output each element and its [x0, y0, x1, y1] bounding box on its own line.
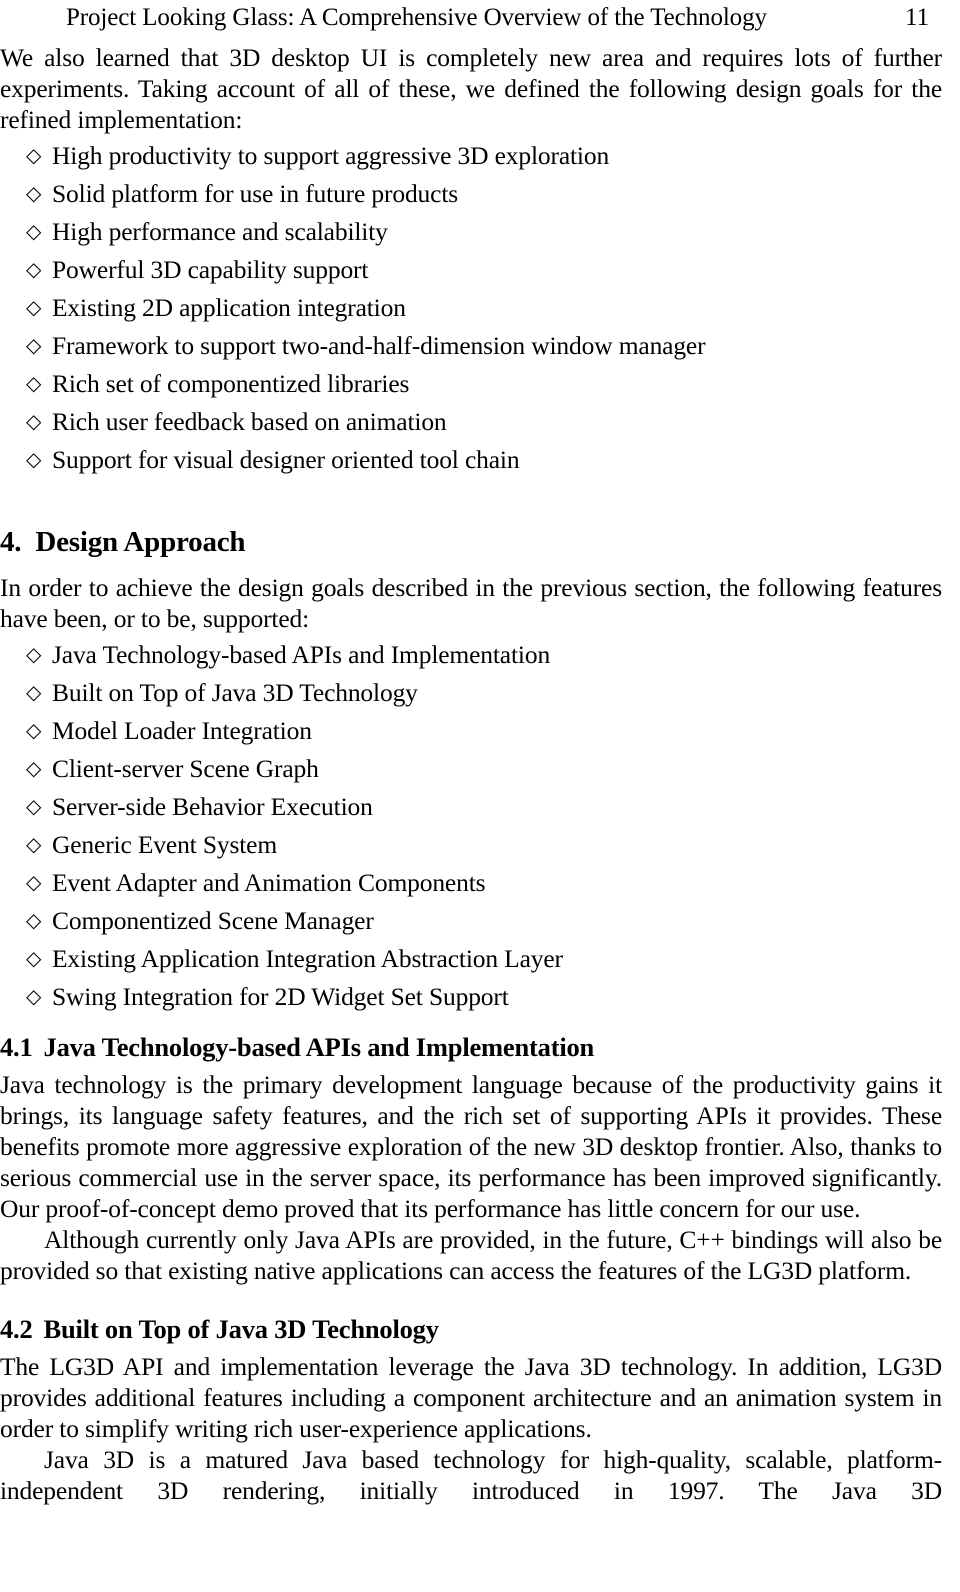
list-item: ◇ Server-side Behavior Execution	[0, 791, 942, 829]
list-item-label: Rich set of componentized libraries	[52, 369, 410, 398]
diamond-bullet-icon: ◇	[26, 986, 42, 1008]
diamond-bullet-icon: ◇	[26, 335, 42, 357]
list-item: ◇ Rich set of componentized libraries	[0, 368, 942, 406]
section-4-1-paragraph-1: Java technology is the primary developme…	[0, 1070, 942, 1223]
list-item: ◇ Client-server Scene Graph	[0, 753, 942, 791]
list-item-label: Generic Event System	[52, 830, 278, 859]
diamond-bullet-icon: ◇	[26, 183, 42, 205]
section-4-1-paragraph-2: Although currently only Java APIs are pr…	[0, 1225, 942, 1285]
subsection-number: 4.2	[0, 1314, 33, 1344]
list-item: ◇ Framework to support two-and-half-dime…	[0, 330, 942, 368]
list-item-label: High performance and scalability	[52, 217, 388, 246]
list-item: ◇ Built on Top of Java 3D Technology	[0, 677, 942, 715]
section-4-2-paragraph-1: The LG3D API and implementation leverage…	[0, 1352, 942, 1443]
diamond-bullet-icon: ◇	[26, 834, 42, 856]
diamond-bullet-icon: ◇	[26, 910, 42, 932]
section-4-intro-paragraph: In order to achieve the design goals des…	[0, 573, 942, 633]
list-item: ◇ Model Loader Integration	[0, 715, 942, 753]
intro-paragraph: We also learned that 3D desktop UI is co…	[0, 43, 942, 134]
diamond-bullet-icon: ◇	[26, 373, 42, 395]
subsection-number: 4.1	[0, 1032, 33, 1062]
list-item-label: Swing Integration for 2D Widget Set Supp…	[52, 982, 509, 1011]
diamond-bullet-icon: ◇	[26, 259, 42, 281]
section-number: 4.	[0, 526, 22, 558]
list-item-label: Model Loader Integration	[52, 716, 312, 745]
diamond-bullet-icon: ◇	[26, 145, 42, 167]
section-4-2-paragraph-2: Java 3D is a matured Java based technolo…	[0, 1445, 942, 1505]
diamond-bullet-icon: ◇	[26, 449, 42, 471]
list-item: ◇ Swing Integration for 2D Widget Set Su…	[0, 981, 942, 1019]
list-item: ◇ Solid platform for use in future produ…	[0, 178, 942, 216]
document-page: Project Looking Glass: A Comprehensive O…	[0, 0, 960, 1592]
running-header: Project Looking Glass: A Comprehensive O…	[0, 0, 960, 42]
list-item: ◇ Powerful 3D capability support	[0, 254, 942, 292]
diamond-bullet-icon: ◇	[26, 948, 42, 970]
diamond-bullet-icon: ◇	[26, 644, 42, 666]
list-item-label: Built on Top of Java 3D Technology	[52, 678, 418, 707]
diamond-bullet-icon: ◇	[26, 682, 42, 704]
list-item-label: Event Adapter and Animation Components	[52, 868, 486, 897]
list-item-label: Solid platform for use in future product…	[52, 179, 459, 208]
list-item-label: Client-server Scene Graph	[52, 754, 319, 783]
diamond-bullet-icon: ◇	[26, 872, 42, 894]
diamond-bullet-icon: ◇	[26, 720, 42, 742]
design-goals-list: ◇ High productivity to support aggressiv…	[0, 140, 942, 482]
section-title: Design Approach	[35, 526, 246, 558]
list-item: ◇ High performance and scalability	[0, 216, 942, 254]
list-item: ◇ Componentized Scene Manager	[0, 905, 942, 943]
list-item: ◇ Existing 2D application integration	[0, 292, 942, 330]
diamond-bullet-icon: ◇	[26, 221, 42, 243]
list-item: ◇ Existing Application Integration Abstr…	[0, 943, 942, 981]
list-item-label: Support for visual designer oriented too…	[52, 445, 520, 474]
running-header-title: Project Looking Glass: A Comprehensive O…	[66, 4, 767, 31]
diamond-bullet-icon: ◇	[26, 758, 42, 780]
list-item: ◇ High productivity to support aggressiv…	[0, 140, 942, 178]
subsection-title: Java Technology-based APIs and Implement…	[43, 1032, 595, 1062]
list-item-label: Componentized Scene Manager	[52, 906, 374, 935]
list-item-label: Java Technology-based APIs and Implement…	[52, 640, 551, 669]
list-item-label: Powerful 3D capability support	[52, 255, 369, 284]
design-features-list: ◇ Java Technology-based APIs and Impleme…	[0, 639, 942, 1019]
diamond-bullet-icon: ◇	[26, 297, 42, 319]
subsection-title: Built on Top of Java 3D Technology	[43, 1314, 439, 1344]
list-item: ◇ Event Adapter and Animation Components	[0, 867, 942, 905]
page-number: 11	[905, 4, 930, 31]
diamond-bullet-icon: ◇	[26, 796, 42, 818]
list-item-label: Framework to support two-and-half-dimens…	[52, 331, 706, 360]
list-item: ◇ Generic Event System	[0, 829, 942, 867]
section-heading-4-1: 4.1 Java Technology-based APIs and Implem…	[0, 1031, 942, 1063]
section-heading-4-2: 4.2 Built on Top of Java 3D Technology	[0, 1313, 942, 1345]
list-item-label: Rich user feedback based on animation	[52, 407, 447, 436]
list-item: ◇ Rich user feedback based on animation	[0, 406, 942, 444]
list-item: ◇ Java Technology-based APIs and Impleme…	[0, 639, 942, 677]
list-item-label: Existing 2D application integration	[52, 293, 406, 322]
list-item-label: Existing Application Integration Abstrac…	[52, 944, 563, 973]
list-item: ◇ Support for visual designer oriented t…	[0, 444, 942, 482]
page-content: We also learned that 3D desktop UI is co…	[0, 42, 960, 1537]
diamond-bullet-icon: ◇	[26, 411, 42, 433]
list-item-label: High productivity to support aggressive …	[52, 141, 610, 170]
list-item-label: Server-side Behavior Execution	[52, 792, 373, 821]
section-heading-4: 4. Design Approach	[0, 525, 942, 559]
